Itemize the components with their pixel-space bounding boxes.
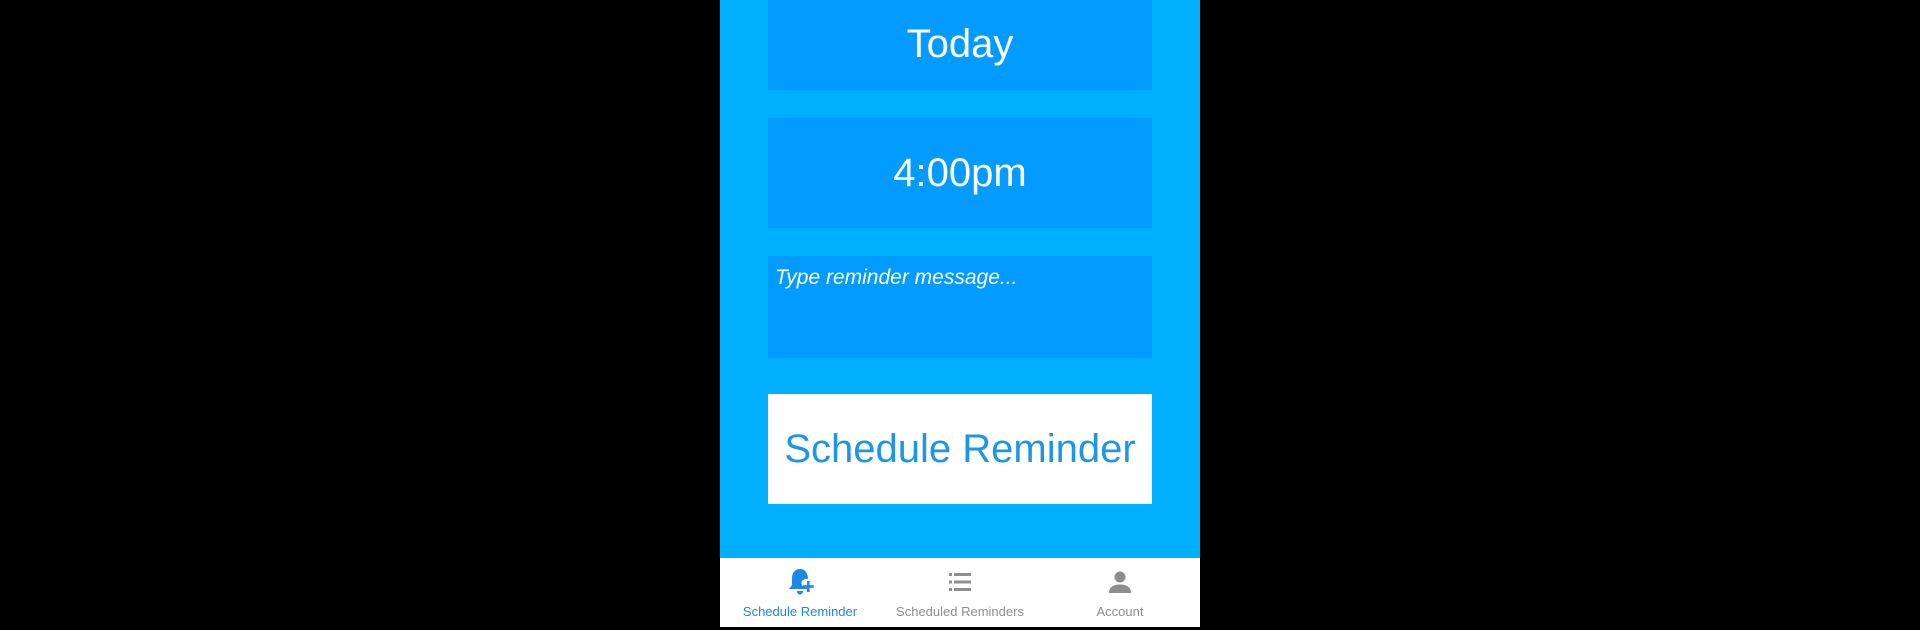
person-icon [1109, 571, 1131, 593]
date-picker-field[interactable]: Today [768, 0, 1152, 90]
date-value: Today [906, 21, 1014, 66]
schedule-reminder-button[interactable]: Schedule Reminder [768, 394, 1152, 504]
nav-label: Schedule Reminder [742, 604, 858, 619]
reminder-message-input[interactable] [775, 266, 1145, 348]
time-value: 4:00pm [893, 150, 1027, 195]
bottom-navigation: Schedule Reminder Scheduled Reminders Ac… [720, 558, 1200, 630]
nav-item-scheduled-reminders[interactable]: Scheduled Reminders [880, 558, 1040, 630]
nav-label: Account [1096, 604, 1144, 619]
list-icon [949, 573, 971, 591]
app-screen: Today 4:00pm Schedule Reminder Schedule … [720, 0, 1200, 630]
schedule-reminder-button-label: Schedule Reminder [784, 426, 1136, 471]
nav-item-account[interactable]: Account [1040, 558, 1200, 630]
nav-label: Scheduled Reminders [896, 604, 1024, 619]
time-picker-field[interactable]: 4:00pm [768, 118, 1152, 228]
nav-item-schedule-reminder[interactable]: Schedule Reminder [720, 558, 880, 630]
bell-plus-icon [789, 569, 814, 595]
message-field-container [768, 256, 1152, 358]
